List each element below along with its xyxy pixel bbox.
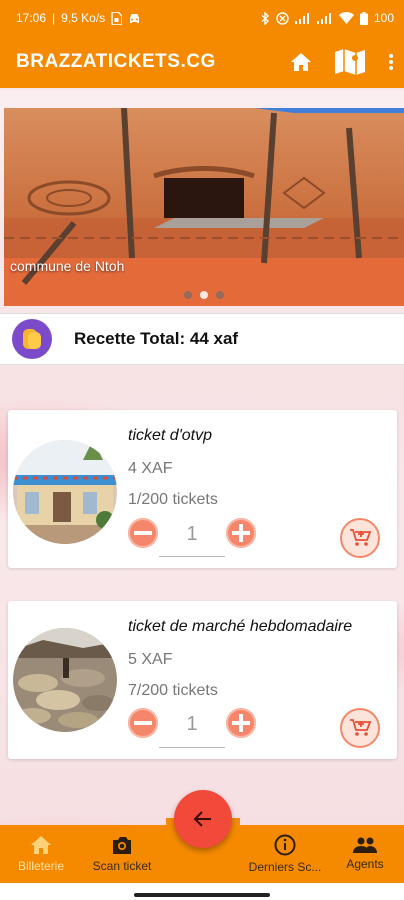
nav-label: Scan ticket — [92, 859, 152, 873]
ticket-name: ticket d'otvp — [128, 427, 212, 444]
app-title: BRAZZATICKETS.CG — [16, 51, 216, 72]
nav-item-agents[interactable]: Agents — [336, 825, 394, 883]
info-icon — [274, 834, 296, 856]
carousel-dot[interactable] — [216, 291, 224, 299]
back-fab-button[interactable] — [174, 790, 232, 848]
sim-icon — [111, 11, 123, 25]
plus-icon — [232, 524, 250, 542]
carousel-dot-active[interactable] — [200, 291, 208, 299]
ticket-image — [13, 440, 117, 544]
nav-label: Agents — [346, 857, 384, 871]
nav-item-derniers-scans[interactable]: Derniers Sc... — [240, 825, 330, 883]
image-carousel[interactable]: commune de Ntoh — [4, 108, 404, 306]
nav-item-billeterie[interactable]: Billeterie — [8, 825, 74, 883]
home-icon — [31, 836, 51, 854]
quantity-underline — [159, 747, 225, 748]
ticket-image — [13, 628, 117, 732]
minus-icon — [134, 721, 152, 725]
ticket-stock: 7/200 tickets — [128, 682, 218, 699]
vpn-icon — [276, 11, 289, 25]
signal-icon — [294, 12, 311, 24]
total-revenue-label: Recette Total: 44 xaf — [74, 329, 239, 348]
gesture-handle[interactable] — [134, 893, 270, 897]
quantity-value[interactable]: 1 — [159, 713, 225, 736]
signal-icon — [316, 12, 333, 24]
minus-icon — [134, 531, 152, 535]
people-icon — [353, 837, 377, 853]
decrement-button[interactable] — [128, 708, 158, 738]
ticket-stock: 1/200 tickets — [128, 491, 218, 508]
arrow-back-icon — [194, 811, 211, 827]
decrement-button[interactable] — [128, 518, 158, 548]
battery-level: 100 — [373, 11, 394, 25]
nav-label: Derniers Sc... — [248, 860, 322, 874]
nav-label: Billeterie — [17, 859, 65, 873]
ticket-price: 5 XAF — [128, 651, 173, 668]
increment-button[interactable] — [226, 518, 256, 548]
more-vert-icon[interactable] — [388, 53, 394, 71]
network-speed: 9,5 Ko/s — [61, 11, 106, 25]
status-bar: 17:06 | 9,5 Ko/s 100 — [0, 0, 404, 36]
ticket-price: 4 XAF — [128, 460, 173, 477]
coins-icon — [12, 319, 52, 359]
add-cart-icon — [350, 719, 371, 736]
battery-icon — [359, 11, 368, 25]
ticket-card: ticket de marché hebdomadaire 5 XAF 7/20… — [8, 601, 397, 759]
quantity-value[interactable]: 1 — [159, 523, 225, 546]
home-icon[interactable] — [290, 52, 312, 72]
status-time: 17:06 — [16, 11, 47, 25]
carousel-caption: commune de Ntoh — [10, 258, 125, 274]
wifi-icon — [338, 12, 354, 24]
car-icon — [128, 13, 141, 24]
increment-button[interactable] — [226, 708, 256, 738]
plus-icon — [232, 714, 250, 732]
carousel-dot[interactable] — [184, 291, 192, 299]
ticket-card: ticket d'otvp 4 XAF 1/200 tickets 1 — [8, 410, 397, 568]
nav-item-scan-ticket[interactable]: Scan ticket — [84, 825, 160, 883]
bluetooth-icon — [261, 11, 270, 25]
system-gesture-area — [0, 883, 404, 900]
carousel-image — [4, 108, 404, 306]
app-bar: BRAZZATICKETS.CG — [0, 36, 404, 88]
add-to-cart-button[interactable] — [340, 708, 380, 748]
add-to-cart-button[interactable] — [340, 518, 380, 558]
add-cart-icon — [350, 529, 371, 546]
quantity-underline — [159, 556, 225, 557]
total-revenue-card: Recette Total: 44 xaf — [0, 313, 404, 365]
ticket-name: ticket de marché hebdomadaire — [128, 618, 353, 635]
carousel-indicator[interactable] — [4, 291, 404, 299]
camera-icon — [113, 837, 131, 854]
map-icon[interactable] — [334, 48, 366, 76]
